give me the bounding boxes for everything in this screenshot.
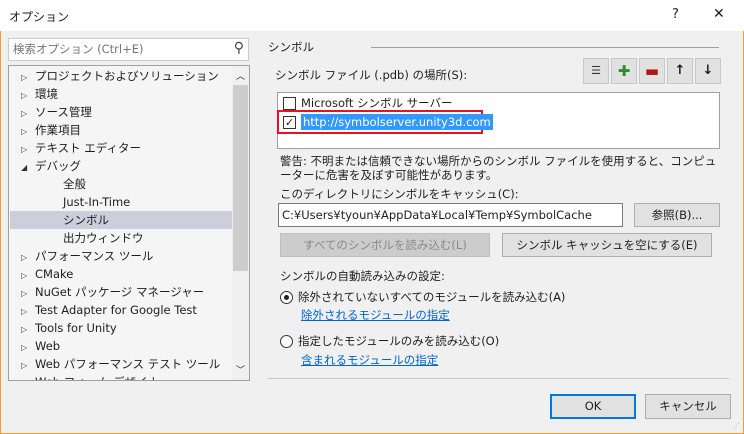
tree-item-label: Tools for Unity (35, 321, 117, 335)
list-add-icon: ☰ (591, 64, 601, 77)
expand-icon[interactable]: ▷ (21, 141, 35, 159)
expand-icon[interactable]: ▷ (21, 123, 35, 141)
cache-label: このディレクトリにシンボルをキャッシュ(C): (280, 187, 519, 201)
tree-item-label: 作業項目 (35, 123, 81, 137)
plus-icon: ✚ (617, 62, 631, 80)
tree-item-label: テキスト エディター (35, 141, 142, 155)
expand-icon[interactable]: ▷ (21, 339, 35, 357)
expand-icon[interactable]: ▷ (21, 105, 35, 123)
tree-item-label: Web (35, 339, 61, 353)
section-divider (371, 47, 719, 48)
excluded-modules-link[interactable]: 除外されるモジュールの指定 (301, 307, 450, 323)
title-bar: オプション ? ✕ (0, 0, 744, 31)
tree-scrollbar[interactable]: ︿ ﹀ (232, 66, 249, 380)
tree-item[interactable]: ▷ CMake (21, 265, 73, 283)
ok-button[interactable]: OK (550, 394, 636, 419)
resize-grip-icon[interactable]: ⋰ (733, 422, 740, 430)
expand-icon[interactable]: ▷ (21, 375, 35, 380)
included-modules-link[interactable]: 含まれるモジュールの指定 (301, 352, 438, 368)
expand-icon[interactable]: ▷ (21, 267, 35, 285)
tree-item-label: 出力ウィンドウ (63, 231, 144, 245)
tree-item-label: プロジェクトおよびソリューション (35, 69, 219, 83)
search-icon[interactable]: ⚲ (234, 40, 244, 56)
tree-item[interactable]: ▷ パフォーマンス ツール (21, 247, 153, 265)
footer-divider (268, 378, 729, 379)
arrow-up-icon: ↑ (674, 63, 686, 78)
tree-item[interactable]: ▷ Web パフォーマンス テスト ツール (21, 355, 220, 373)
tree-item[interactable]: ▷ プロジェクトおよびソリューション (21, 67, 219, 85)
tree-item[interactable]: ▷ ソース管理 (21, 103, 92, 121)
tree-item-label: 全般 (63, 177, 86, 191)
checkbox-checked[interactable]: ✓ (283, 116, 296, 129)
warning-text: 警告: 不明または信頼できない場所からのシンボル ファイルを使用すると、コンピュ… (280, 154, 717, 182)
tree-item-label: Just-In-Time (63, 195, 131, 209)
load-all-symbols-button[interactable]: すべてのシンボルを読み込む(L) (280, 233, 490, 257)
tree-item[interactable]: シンボル (10, 211, 232, 229)
radio-load-specified[interactable]: 指定したモジュールのみを読み込む(O) (280, 333, 499, 349)
search-input[interactable] (9, 39, 219, 59)
browse-button[interactable]: 参照(B)... (634, 203, 720, 227)
expand-icon[interactable]: ▷ (21, 87, 35, 105)
tree-item-label: デバッグ (35, 159, 81, 173)
close-button[interactable]: ✕ (713, 6, 725, 22)
empty-cache-button[interactable]: シンボル キャッシュを空にする(E) (502, 233, 712, 257)
radio-selected[interactable] (280, 291, 293, 304)
scroll-down-icon[interactable]: ﹀ (236, 363, 245, 376)
expand-icon[interactable]: ▷ (21, 249, 35, 267)
window-title: オプション (9, 10, 70, 24)
collapse-icon[interactable]: ◢ (21, 159, 35, 177)
tree-item[interactable]: ▷ Web (21, 337, 60, 355)
expand-icon[interactable]: ▷ (21, 285, 35, 303)
move-up-button[interactable]: ↑ (667, 58, 693, 84)
tree-item-label: パフォーマンス ツール (35, 249, 154, 263)
remove-button[interactable]: ▬ (639, 58, 665, 84)
tree-item[interactable]: ▷Web フォーム デザイナー (21, 373, 170, 380)
tree-item-label: CMake (35, 267, 74, 281)
tree-item[interactable]: 出力ウィンドウ (21, 229, 144, 247)
expand-icon[interactable]: ▷ (21, 357, 35, 375)
scroll-up-icon[interactable]: ︿ (236, 69, 245, 82)
tree-item[interactable]: ▷ Test Adapter for Google Test (21, 301, 197, 319)
search-box[interactable]: ⚲ (8, 38, 249, 61)
tree-item[interactable]: ◢ デバッグ (21, 157, 81, 175)
move-down-button[interactable]: ↓ (695, 58, 721, 84)
tree-item[interactable]: 全般 (21, 175, 86, 193)
location-item[interactable]: Microsoft シンボル サーバー (283, 95, 453, 111)
locations-list: Microsoft シンボル サーバー ✓ http://symbolserver… (277, 92, 720, 149)
auto-load-label: シンボルの自動読み込みの設定: (280, 269, 445, 283)
locations-label: シンボル ファイル (.pdb) の場所(S): (275, 68, 468, 82)
expand-icon[interactable]: ▷ (21, 303, 35, 321)
options-tree: ▷Web フォーム デザイナー▷Web パフォーマンス テスト ツール▷Web▷… (8, 65, 250, 381)
tree-item[interactable]: ▷ NuGet パッケージ マネージャー (21, 283, 204, 301)
arrow-down-icon: ↓ (702, 63, 714, 78)
tree-item-label: Test Adapter for Google Test (35, 303, 197, 317)
tree-item[interactable]: ▷ Tools for Unity (21, 319, 117, 337)
tree-item[interactable]: ▷ 環境 (21, 85, 58, 103)
cache-path-input[interactable]: C:¥Users¥tyoun¥AppData¥Local¥Temp¥Symbol… (278, 203, 623, 227)
add-new-location-button[interactable]: ☰ (583, 58, 609, 84)
tree-item[interactable]: ▷ 作業項目 (21, 121, 81, 139)
expand-icon[interactable]: ▷ (21, 321, 35, 339)
radio-unselected[interactable] (280, 335, 293, 348)
tree-item-label: Web パフォーマンス テスト ツール (35, 357, 221, 371)
checkbox[interactable] (283, 97, 296, 110)
tree-item-label: NuGet パッケージ マネージャー (35, 285, 205, 299)
help-button[interactable]: ? (672, 7, 679, 22)
tree-item-label: シンボル (63, 213, 109, 227)
expand-icon[interactable]: ▷ (21, 69, 35, 87)
cancel-button[interactable]: キャンセル (645, 394, 731, 419)
tree-item[interactable]: Just-In-Time (21, 193, 130, 211)
minus-icon: ▬ (644, 62, 660, 80)
tree-item[interactable]: ▷ テキスト エディター (21, 139, 141, 157)
add-button[interactable]: ✚ (611, 58, 637, 84)
section-title: シンボル (268, 40, 314, 54)
tree-item-label: ソース管理 (35, 105, 92, 119)
radio-load-all[interactable]: 除外されていないすべてのモジュールを読み込む(A) (280, 289, 565, 305)
tree-item-label: Web フォーム デザイナー (35, 375, 170, 380)
tree-item-label: 環境 (35, 87, 58, 101)
scrollbar-thumb[interactable] (233, 85, 248, 271)
location-item[interactable]: ✓ http://symbolserver.unity3d.com (283, 114, 493, 130)
